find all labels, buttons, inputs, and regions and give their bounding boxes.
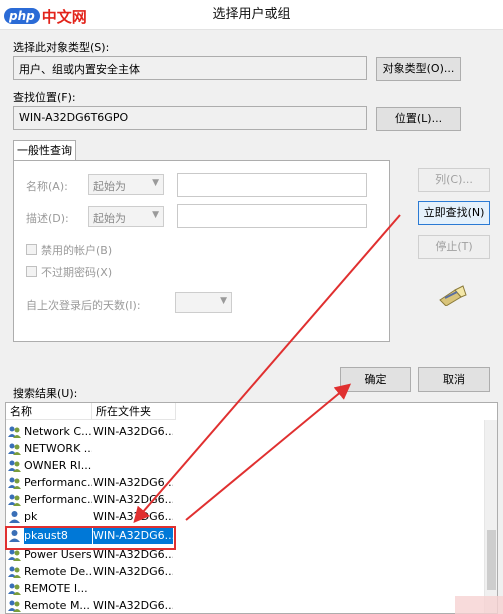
search-results-list[interactable]: 名称 所在文件夹 Network C... WIN-A32DG6... NETW… (5, 402, 498, 614)
table-row[interactable]: NETWORK ... (6, 440, 486, 457)
no-expire-label: 不过期密码(X) (41, 266, 113, 279)
row-folder: WIN-A32DG6... (93, 599, 173, 612)
table-row[interactable]: Performanc... WIN-A32DG6... (6, 491, 486, 508)
days-since-login-select[interactable]: ▼ (175, 292, 232, 313)
group-icon (8, 600, 21, 612)
table-row[interactable]: Remote De... WIN-A32DG6... (6, 563, 486, 580)
row-folder: WIN-A32DG6... (93, 510, 173, 523)
object-type-field: 用户、组或内置安全主体 (13, 56, 367, 80)
description-label: 描述(D): (26, 212, 69, 225)
table-row[interactable]: Network C... WIN-A32DG6... (6, 423, 486, 440)
row-folder: WIN-A32DG6... (93, 565, 173, 578)
chevron-down-icon: ▼ (152, 210, 159, 220)
selected-row-highlight-box (5, 526, 176, 550)
group-icon (8, 566, 21, 578)
object-type-label: 选择此对象类型(S): (13, 41, 110, 54)
ok-button[interactable]: 确定 (340, 367, 411, 392)
search-results-label: 搜索结果(U): (13, 387, 78, 400)
disabled-accounts-checkbox[interactable] (26, 244, 37, 255)
group-icon (8, 443, 21, 455)
stop-button[interactable]: 停止(T) (418, 235, 490, 259)
row-name: NETWORK ... (24, 442, 92, 455)
description-mode-value: 起始为 (93, 212, 126, 225)
group-icon (8, 426, 21, 438)
column-header-name[interactable]: 名称 (6, 403, 92, 420)
name-label: 名称(A): (26, 180, 68, 193)
tab-general-query[interactable]: 一般性查询 (13, 140, 76, 161)
no-expire-checkbox[interactable] (26, 266, 37, 277)
description-mode-select[interactable]: 起始为 ▼ (88, 206, 164, 227)
object-types-button[interactable]: 对象类型(O)... (376, 57, 461, 81)
table-row[interactable]: REMOTE I... (6, 580, 486, 597)
php-logo-badge: php (4, 8, 40, 24)
group-icon (8, 477, 21, 489)
locations-button[interactable]: 位置(L)... (376, 107, 461, 131)
flashlight-search-icon (439, 285, 467, 306)
user-icon (9, 511, 20, 523)
row-name: REMOTE I... (24, 582, 88, 595)
row-name: Performanc... (24, 476, 92, 489)
row-name: Remote De... (24, 565, 92, 578)
location-field: WIN-A32DG6T6GPO (13, 106, 367, 130)
disabled-accounts-label: 禁用的帐户(B) (41, 244, 113, 257)
description-input[interactable] (177, 204, 367, 228)
row-folder: WIN-A32DG6... (93, 425, 173, 438)
name-mode-value: 起始为 (93, 180, 126, 193)
row-name: pk (24, 510, 38, 523)
watermark-corner (455, 596, 503, 614)
cancel-button[interactable]: 取消 (418, 367, 490, 392)
row-folder: WIN-A32DG6... (93, 493, 173, 506)
row-folder: WIN-A32DG6... (93, 476, 173, 489)
find-now-button[interactable]: 立即查找(N) (418, 201, 490, 225)
row-name: Performanc... (24, 493, 92, 506)
table-row[interactable]: Remote M... WIN-A32DG6... (6, 597, 486, 613)
table-row[interactable]: pk WIN-A32DG6... (6, 508, 486, 525)
location-label: 查找位置(F): (13, 91, 76, 104)
row-name: Remote M... (24, 599, 90, 612)
group-icon (8, 494, 21, 506)
column-header-folder[interactable]: 所在文件夹 (92, 403, 176, 420)
columns-button[interactable]: 列(C)... (418, 168, 490, 192)
group-icon (8, 460, 21, 472)
group-icon (8, 583, 21, 595)
row-name: OWNER RI... (24, 459, 92, 472)
name-mode-select[interactable]: 起始为 ▼ (88, 174, 164, 195)
results-scrollbar[interactable] (484, 420, 497, 613)
php-logo: php 中文网 (4, 6, 87, 26)
chevron-down-icon: ▼ (220, 296, 227, 306)
scrollbar-thumb[interactable] (487, 530, 496, 590)
table-row[interactable]: Performanc... WIN-A32DG6... (6, 474, 486, 491)
row-name: Network C... (24, 425, 92, 438)
php-logo-text: 中文网 (41, 7, 87, 26)
name-input[interactable] (177, 173, 367, 197)
table-row[interactable]: OWNER RI... (6, 457, 486, 474)
days-since-login-label: 自上次登录后的天数(I): (26, 299, 141, 312)
chevron-down-icon: ▼ (152, 178, 159, 188)
